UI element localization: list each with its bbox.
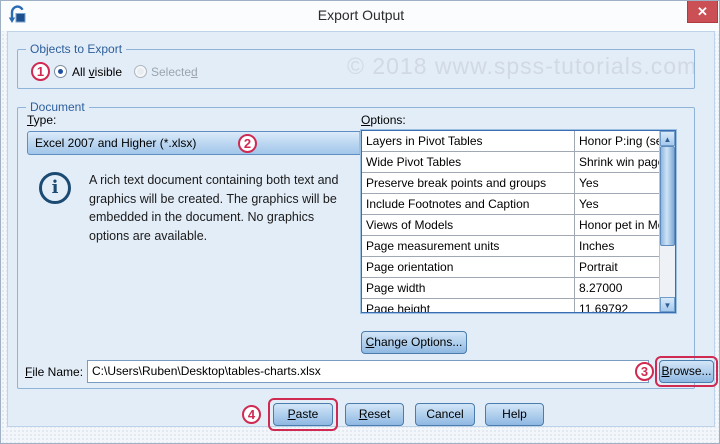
option-value: 11.69792 [575,299,659,313]
window-title: Export Output [1,1,720,29]
all-visible-radio-label[interactable]: All visible [72,65,122,79]
scroll-down-icon[interactable]: ▼ [660,297,675,312]
table-row[interactable]: Page width 8.27000 [362,278,659,299]
paste-button[interactable]: Paste [273,403,333,426]
options-scrollbar[interactable]: ▲ ▼ [659,131,675,312]
option-setting: Include Footnotes and Caption [362,194,575,214]
info-icon: i [39,172,71,204]
selected-radio-label: Selected [151,65,198,79]
option-setting: Page orientation [362,257,575,277]
objects-to-export-group-label: Objects to Export [26,42,126,56]
cancel-button[interactable]: Cancel [415,403,475,426]
option-setting: Views of Models [362,215,575,235]
scrollbar-thumb[interactable] [660,146,675,246]
option-setting: Page height [362,299,575,313]
option-value: Honor pet in Model ... [575,215,659,235]
document-group-label: Document [26,100,89,114]
option-setting: Page width [362,278,575,298]
table-row[interactable]: Include Footnotes and Caption Yes [362,194,659,215]
type-dropdown-value: Excel 2007 and Higher (*.xlsx) [35,132,196,154]
option-setting: Layers in Pivot Tables [362,131,575,151]
options-table[interactable]: Layers in Pivot Tables Honor P:ing (set … [361,130,676,313]
file-name-input[interactable]: C:\Users\Ruben\Desktop\tables-charts.xls… [87,360,649,383]
table-row[interactable]: Views of Models Honor pet in Model ... [362,215,659,236]
type-label: Type: [27,113,56,127]
close-button[interactable]: ✕ [687,1,718,23]
option-setting: Wide Pivot Tables [362,152,575,172]
option-value: Honor P:ing (set in ... [575,131,659,151]
option-value: Portrait [575,257,659,277]
reset-button[interactable]: Reset [345,403,404,426]
annotation-circle-3: 3 [635,362,654,381]
file-name-label: File Name: [25,365,83,379]
table-row[interactable]: Page height 11.69792 [362,299,659,313]
table-row[interactable]: Page measurement units Inches [362,236,659,257]
export-output-dialog: Export Output ✕ © 2018 www.spss-tutorial… [0,0,720,444]
all-visible-radio[interactable] [54,65,67,78]
option-value: Yes [575,173,659,193]
scroll-up-icon[interactable]: ▲ [660,131,675,146]
browse-button[interactable]: Browse... [659,360,714,383]
annotation-circle-2: 2 [238,134,257,153]
change-options-button[interactable]: Change Options... [361,331,467,354]
type-dropdown[interactable]: Excel 2007 and Higher (*.xlsx) ▼ [27,131,383,155]
table-row[interactable]: Layers in Pivot Tables Honor P:ing (set … [362,131,659,152]
option-setting: Preserve break points and groups [362,173,575,193]
option-value: 8.27000 [575,278,659,298]
option-value: Inches [575,236,659,256]
option-value: Yes [575,194,659,214]
option-setting: Page measurement units [362,236,575,256]
title-bar[interactable]: Export Output ✕ [1,1,720,31]
table-row[interactable]: Page orientation Portrait [362,257,659,278]
table-row[interactable]: Preserve break points and groups Yes [362,173,659,194]
document-info-text: A rich text document containing both tex… [89,171,349,245]
option-value: Shrink win page m... [575,152,659,172]
table-row[interactable]: Wide Pivot Tables Shrink win page m... [362,152,659,173]
options-label: Options: [361,113,406,127]
annotation-circle-4: 4 [242,405,261,424]
help-button[interactable]: Help [485,403,544,426]
annotation-circle-1: 1 [31,62,50,81]
selected-radio[interactable] [134,65,147,78]
